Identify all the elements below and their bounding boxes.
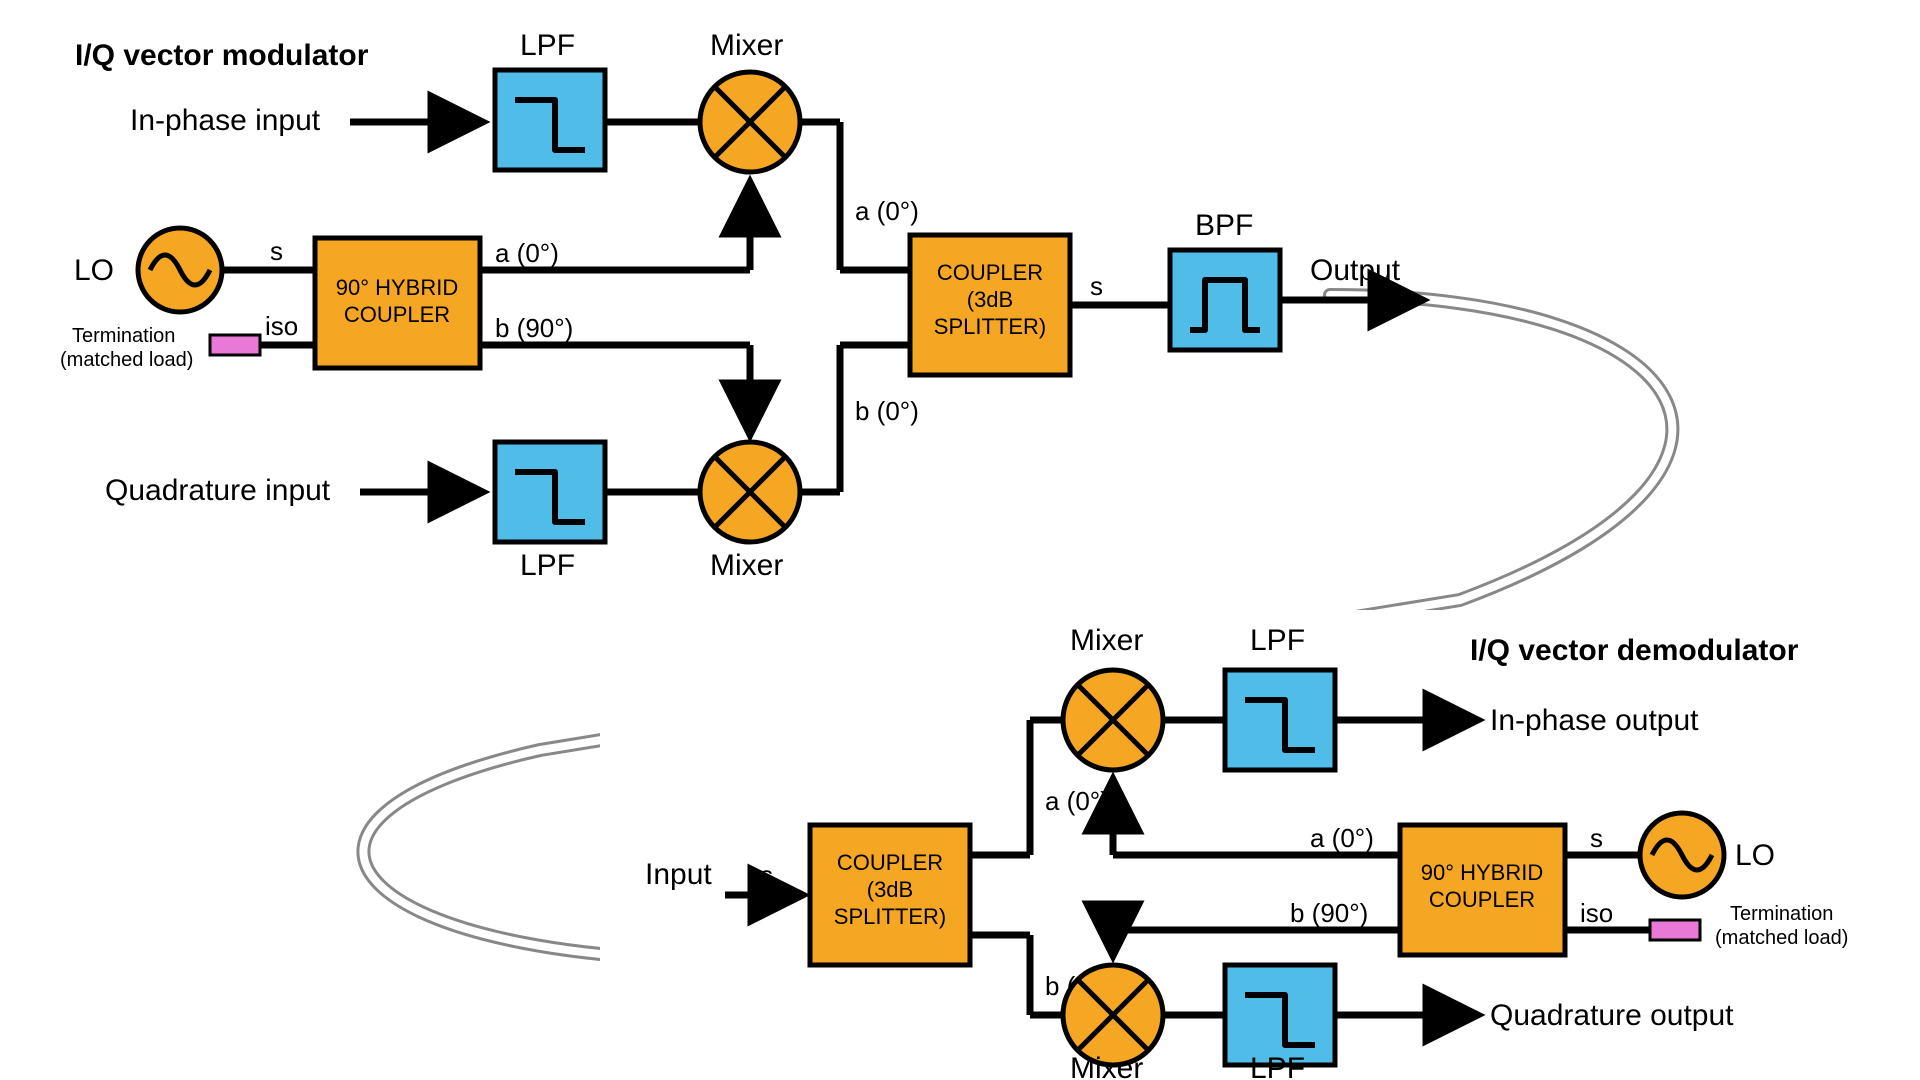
demod-title-2: I/Q vector demodulator [1470, 634, 1799, 667]
splitter-t2: (3dB [967, 287, 1013, 312]
mod-s2: s [1090, 271, 1103, 301]
mixer-bot-label: Mixer [710, 549, 783, 582]
svg-text:SPLITTER): SPLITTER) [834, 904, 946, 929]
in-phase-input-label: In-phase input [130, 104, 321, 137]
mod-b90-h: b (90°) [495, 313, 573, 343]
splitter-t1: COUPLER [937, 260, 1043, 285]
demod-termination-block [1650, 920, 1700, 940]
modulator-title: I/Q vector modulator [75, 39, 369, 72]
demod-input-label2: Input [645, 858, 712, 891]
demod-quad-out: Quadrature output [1490, 999, 1734, 1032]
svg-text:COUPLER: COUPLER [1429, 887, 1535, 912]
demod-lpf-bot-label: LPF [1250, 1052, 1305, 1080]
lpf-top-label: LPF [520, 29, 575, 62]
mod-iso-label: iso [265, 311, 298, 341]
hybrid-text-2: COUPLER [344, 302, 450, 327]
mod-s-label: s [270, 236, 283, 266]
termination-label-2: (matched load) [60, 349, 193, 371]
mod-b0-c: b (0°) [855, 396, 919, 426]
lo-label: LO [74, 254, 114, 287]
termination-block [210, 335, 260, 355]
demod-s2: s [1590, 823, 1603, 853]
lpf-bot-label: LPF [520, 549, 575, 582]
svg-text:90° HYBRID: 90° HYBRID [1421, 860, 1544, 885]
bpf-block [1170, 250, 1280, 350]
demod-term1: Termination [1730, 903, 1833, 925]
demod-lo-label: LO [1735, 839, 1775, 872]
demod-a0h: a (0°) [1310, 823, 1374, 853]
lpf-top-block [495, 70, 605, 170]
quad-input-label: Quadrature input [105, 474, 331, 507]
mixer-top-label: Mixer [710, 29, 783, 62]
mod-a0-c: a (0°) [855, 196, 919, 226]
demod-b90h: b (90°) [1290, 898, 1368, 928]
splitter-t3: SPLITTER) [934, 314, 1046, 339]
demod-mixer-bot-label: Mixer [1070, 1052, 1143, 1080]
hybrid-text-1: 90° HYBRID [336, 275, 459, 300]
modulator-section: I/Q vector modulator In-phase input LPF … [60, 29, 1420, 582]
bpf-label: BPF [1195, 209, 1253, 242]
demod-inphase-out: In-phase output [1490, 704, 1699, 737]
demod-iso: iso [1580, 898, 1613, 928]
demod-lpf-bot [1225, 965, 1335, 1065]
svg-text:COUPLER: COUPLER [837, 850, 943, 875]
demod-mixer-top-label: Mixer [1070, 624, 1143, 657]
mod-a0-h: a (0°) [495, 238, 559, 268]
demod-term2: (matched load) [1715, 927, 1848, 949]
termination-label-1: Termination [72, 325, 175, 347]
demod-s-2: s [760, 860, 773, 890]
demod-a0c: a (0°) [1045, 786, 1109, 816]
svg-text:(3dB: (3dB [867, 877, 913, 902]
output-label: Output [1310, 254, 1401, 287]
lpf-bot-block [495, 442, 605, 542]
demod-lpf-top-label: LPF [1250, 624, 1305, 657]
demod-lpf-top [1225, 670, 1335, 770]
